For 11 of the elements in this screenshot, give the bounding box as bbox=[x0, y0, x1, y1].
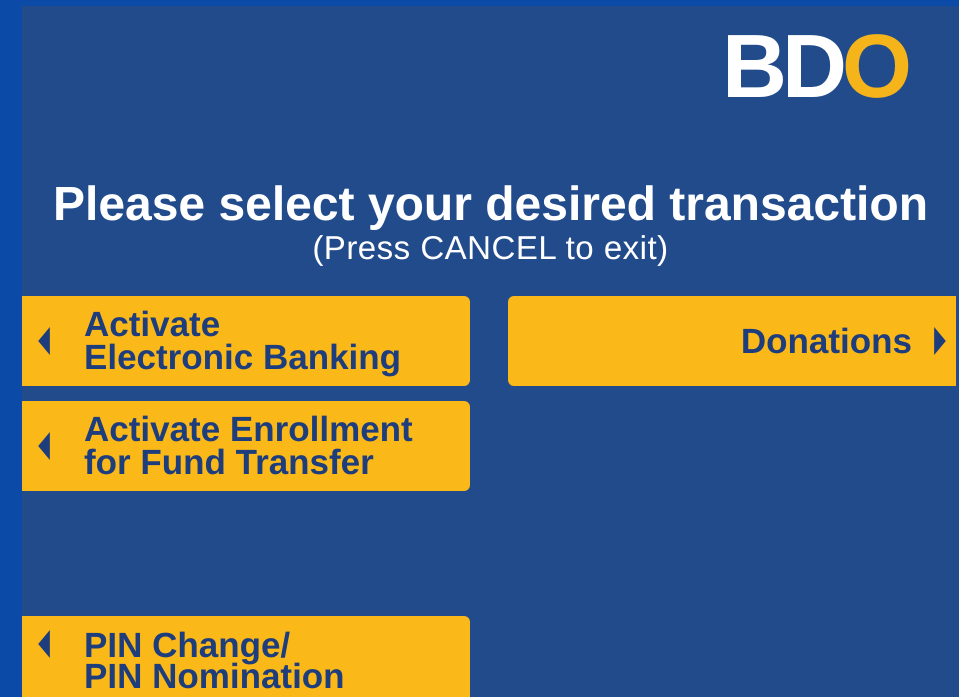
transaction-option-button[interactable]: Activate Enrollment for Fund Transfer bbox=[22, 401, 470, 491]
bank-logo: BDO bbox=[722, 32, 907, 98]
transaction-option-button[interactable]: Donations bbox=[508, 296, 956, 386]
screen-title: Please select your desired transaction bbox=[52, 180, 928, 230]
transaction-option-button[interactable]: Activate Electronic Banking bbox=[22, 296, 470, 386]
right-arrow-icon bbox=[934, 327, 946, 355]
left-arrow-icon bbox=[38, 630, 50, 658]
left-arrow-icon bbox=[38, 327, 50, 355]
transaction-option-button[interactable]: PIN Change/ PIN Nomination bbox=[22, 616, 470, 697]
left-arrow-icon bbox=[38, 432, 50, 460]
screen-subtitle: (Press CANCEL to exit) bbox=[312, 230, 669, 266]
